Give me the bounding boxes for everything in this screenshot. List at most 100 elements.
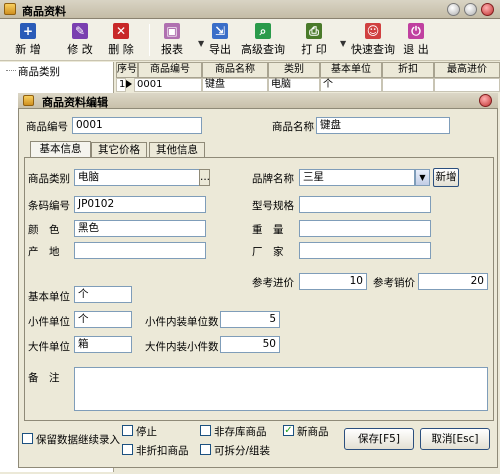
small-unit-field[interactable]: 个	[74, 311, 132, 328]
keep-data-checkbox[interactable]	[22, 433, 33, 444]
export-button[interactable]: ⇲ 导出	[205, 23, 235, 59]
close-button[interactable]	[481, 3, 494, 16]
delete-icon: ✕	[113, 23, 129, 39]
ref-price-field[interactable]: 20	[418, 273, 488, 290]
grid-cell-max-cost[interactable]	[434, 78, 500, 92]
chevron-down-icon: ▼	[419, 173, 426, 182]
dialog-titlebar: 商品资料编辑	[18, 93, 498, 109]
cancel-button[interactable]: 取消[Esc]	[420, 428, 490, 450]
grid-header-index[interactable]: 序号	[116, 62, 138, 78]
minimize-button[interactable]	[447, 3, 460, 16]
dialog-close-button[interactable]	[479, 94, 492, 107]
category-browse-button[interactable]: ...	[199, 169, 210, 186]
toolbar: + 新 增 ✎ 修 改 ✕ 删 除 ▣ 报表 ▼ ⇲ 导出 ⌕ 高级查询 ⎙ 打…	[0, 19, 500, 61]
non-stock-checkbox[interactable]	[200, 425, 211, 436]
barcode-field[interactable]: JP0102	[74, 196, 206, 213]
weight-label: 重 量	[252, 224, 284, 236]
product-code-field[interactable]: 0001	[72, 117, 202, 134]
report-icon: ▣	[164, 23, 180, 39]
no-discount-checkbox[interactable]	[122, 444, 133, 455]
grid-cell-unit[interactable]: 个	[320, 78, 382, 92]
brand-add-button[interactable]: 新增	[433, 168, 459, 187]
checkmark-icon: ✓	[284, 425, 293, 436]
ref-cost-label: 参考进价	[252, 277, 294, 289]
window-title: 商品资料	[22, 5, 66, 18]
model-field[interactable]	[299, 196, 431, 213]
grid-header-code[interactable]: 商品编号	[138, 62, 202, 78]
print-icon: ⎙	[306, 23, 322, 39]
origin-label: 产 地	[28, 246, 60, 258]
grid-header-name[interactable]: 商品名称	[202, 62, 268, 78]
brand-label: 品牌名称	[252, 173, 294, 185]
origin-field[interactable]	[74, 242, 206, 259]
non-stock-label: 非存库商品	[214, 426, 267, 438]
print-button[interactable]: ⎙ 打 印	[296, 23, 332, 59]
base-unit-field[interactable]: 个	[74, 286, 132, 303]
product-code-label: 商品编号	[26, 121, 68, 133]
remark-field[interactable]	[74, 367, 488, 411]
search-icon: ⌕	[255, 23, 271, 39]
color-field[interactable]: 黑色	[74, 220, 206, 237]
tab-other-info[interactable]: 其他信息	[149, 142, 205, 158]
brand-select[interactable]: 三星	[299, 169, 415, 186]
print-dropdown-arrow[interactable]: ▼	[340, 39, 346, 48]
small-qty-label: 小件内装单位数	[145, 316, 219, 328]
ref-price-label: 参考销价	[373, 277, 415, 289]
stop-checkbox[interactable]	[122, 425, 133, 436]
ref-cost-field[interactable]: 10	[299, 273, 367, 290]
maker-field[interactable]	[299, 242, 431, 259]
edit-icon: ✎	[72, 23, 88, 39]
grid-cell-name[interactable]: 键盘	[202, 78, 268, 92]
quick-search-button[interactable]: ☺ 快速查询	[350, 23, 396, 59]
keep-data-label: 保留数据继续录入	[36, 434, 120, 446]
window-titlebar: 商品资料	[0, 0, 500, 19]
row-pointer-icon	[126, 80, 132, 88]
report-dropdown-arrow[interactable]: ▼	[198, 39, 204, 48]
grid-header-unit[interactable]: 基本单位	[320, 62, 382, 78]
tab-basic-info[interactable]: 基本信息	[30, 141, 91, 158]
no-discount-label: 非折扣商品	[136, 445, 189, 457]
save-button[interactable]: 保存[F5]	[344, 428, 414, 450]
small-unit-label: 小件单位	[28, 316, 70, 328]
category-label: 商品类别	[28, 173, 70, 185]
grid-cell-code[interactable]: 0001	[134, 78, 202, 92]
tree-line	[6, 70, 16, 71]
model-label: 型号规格	[252, 200, 294, 212]
small-qty-field[interactable]: 5	[220, 311, 280, 328]
plus-icon: +	[20, 23, 36, 39]
grid-header-discount[interactable]: 折扣	[382, 62, 434, 78]
color-label: 颜 色	[28, 224, 60, 236]
delete-button[interactable]: ✕ 删 除	[101, 23, 141, 59]
product-name-field[interactable]: 键盘	[316, 117, 450, 134]
new-button[interactable]: + 新 增	[8, 23, 48, 59]
tab-other-prices[interactable]: 其它价格	[91, 142, 147, 158]
large-unit-field[interactable]: 箱	[74, 336, 132, 353]
brand-dropdown-button[interactable]: ▼	[415, 169, 430, 186]
base-unit-label: 基本单位	[28, 291, 70, 303]
weight-field[interactable]	[299, 220, 431, 237]
splittable-checkbox[interactable]	[200, 444, 211, 455]
grid-header-category[interactable]: 类别	[268, 62, 320, 78]
large-qty-label: 大件内装小件数	[145, 341, 219, 353]
grid-cell-category[interactable]: 电脑	[268, 78, 320, 92]
grid-header-max-cost[interactable]: 最高进价	[434, 62, 500, 78]
category-field[interactable]: 电脑	[74, 169, 200, 186]
toolbar-separator	[149, 24, 150, 56]
new-item-checkbox[interactable]: ✓	[283, 425, 294, 436]
dialog-icon	[23, 95, 34, 106]
edit-button[interactable]: ✎ 修 改	[60, 23, 100, 59]
advanced-search-button[interactable]: ⌕ 高级查询	[238, 23, 288, 59]
grid-cell-index[interactable]: 1	[116, 78, 126, 92]
large-qty-field[interactable]: 50	[220, 336, 280, 353]
product-name-label: 商品名称	[272, 121, 314, 133]
maximize-button[interactable]	[464, 3, 477, 16]
export-icon: ⇲	[212, 23, 228, 39]
report-button[interactable]: ▣ 报表	[155, 23, 189, 59]
users-icon: ☺	[365, 23, 381, 39]
dialog-title: 商品资料编辑	[42, 96, 108, 109]
app-icon	[4, 3, 16, 15]
large-unit-label: 大件单位	[28, 341, 70, 353]
barcode-label: 条码编号	[28, 200, 70, 212]
grid-cell-discount[interactable]	[382, 78, 434, 92]
exit-button[interactable]: ⏻ 退 出	[400, 23, 432, 59]
